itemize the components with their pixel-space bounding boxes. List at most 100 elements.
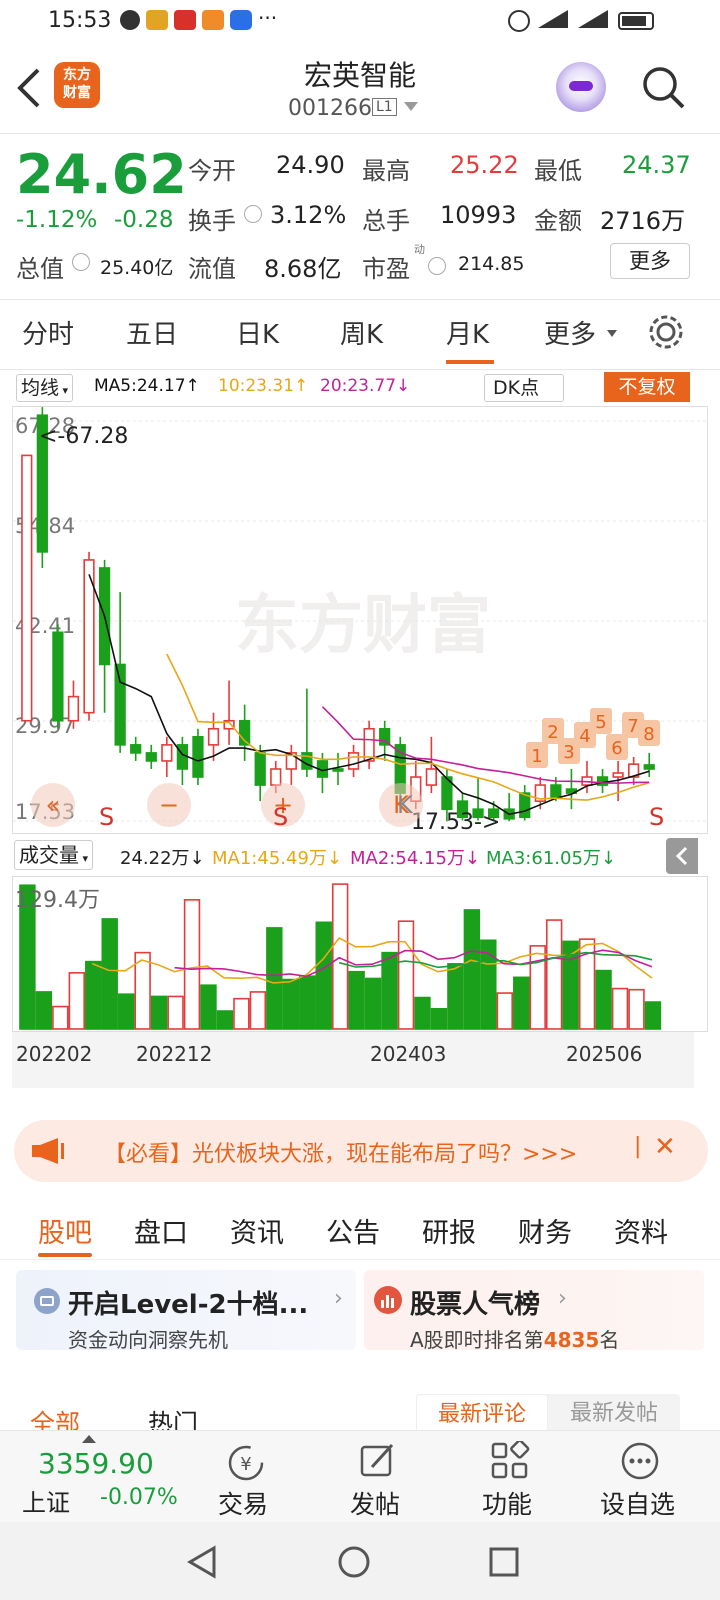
svg-text:¥: ¥ [240,1454,251,1475]
back-triangle-icon[interactable] [184,1544,220,1580]
tab-finance[interactable]: 财务 [518,1211,572,1250]
float-label: 流值 [188,255,236,283]
grid-icon[interactable] [490,1441,530,1481]
popularity-card[interactable]: 股票人气榜 › A股即时排名第4835名 [364,1270,704,1352]
level2-card[interactable]: 开启Level-2十档... › 资金动向洞察先机 [16,1270,356,1352]
x-tick: 202506 [566,1042,643,1066]
tab-monthly-k[interactable]: 月K [446,314,489,351]
close-icon[interactable]: ✕ [654,1132,676,1162]
high-label: 最高 [362,157,410,185]
volume-bar [68,972,86,1030]
volume-chart[interactable]: 129.4万 [12,876,708,1032]
stock-header: 东方 财富 宏英智能 001266 L1 [0,44,720,134]
candle-body [52,631,64,722]
stock-code: 001266 [288,96,372,121]
index-name[interactable]: 上证 [22,1483,70,1518]
tab-guba[interactable]: 股吧 [38,1211,92,1250]
x-tick: 202403 [370,1042,447,1066]
more-button[interactable]: 更多 [610,243,690,279]
pe-dynamic-sup: 动 [414,243,425,256]
tab-news[interactable]: 资讯 [230,1211,284,1250]
info-icon[interactable] [72,253,90,271]
volume-bar [529,945,546,1030]
index-value[interactable]: 3359.90 [38,1447,154,1480]
candle-body [21,454,33,722]
marker-number: 5 [595,712,606,733]
tab-profile[interactable]: 资料 [614,1211,668,1250]
collapse-button[interactable] [666,838,698,874]
mktcap-label: 总值 [16,255,64,283]
function-label[interactable]: 功能 [482,1485,532,1521]
candle-body [270,768,282,786]
signal-label: S [99,803,114,831]
tab-weekly-k[interactable]: 周K [340,314,383,351]
vol-ma1: MA1:45.49万↓ [212,848,342,869]
info-icon[interactable] [244,205,262,223]
kline-chart[interactable]: 东方财富 67.2854.8442.4129.9717.53<-67.2817.… [12,406,708,834]
video-icon [202,10,224,30]
dk-label: DK点 [493,377,540,399]
info-icon[interactable] [428,257,446,275]
candle-body [550,784,562,798]
tab-research[interactable]: 研报 [422,1211,476,1250]
section-tabs: 股吧 盘口 资讯 公告 研报 财务 资料 [0,1195,720,1260]
edit-icon[interactable] [358,1441,398,1481]
tab-daily-k[interactable]: 日K [236,314,279,351]
post-label[interactable]: 发帖 [350,1485,400,1521]
chevron-left-icon [675,846,688,866]
candle-body [425,768,437,786]
candle-body [332,768,344,772]
trade-label[interactable]: 交易 [218,1485,268,1521]
promo-banner[interactable]: 【必看】光伏板块大涨，现在能布局了吗？>>> | ✕ [14,1120,708,1182]
candle-body [145,752,157,762]
tab-announcement[interactable]: 公告 [326,1211,380,1250]
volume-bar [447,963,464,1030]
bulb-icon [230,10,252,30]
status-bar: 15:53 ··· [0,0,720,44]
recents-square-icon[interactable] [486,1544,522,1580]
sort-latest-comment[interactable]: 最新评论 [416,1394,548,1434]
volume-bar [397,920,415,1030]
candle-body [192,736,204,778]
volume-bar [545,919,563,1030]
volume-bar [183,899,201,1030]
volume-bar [52,1005,69,1030]
active-tab-underline [446,360,494,364]
candle-body [176,744,189,770]
dk-button[interactable]: DK点 [484,374,564,402]
min-price-label: 17.53-> [411,810,500,833]
indicator-selector[interactable]: 成交量 ▾ [14,840,94,870]
rank-prefix: A股即时排名第 [410,1328,544,1352]
level-badge: L1 [372,98,397,116]
index-change[interactable]: -0.07% [100,1485,178,1510]
chart-nav-icon: − [159,791,179,819]
adjust-button[interactable]: 不复权 [604,372,690,402]
chevron-down-icon[interactable] [404,102,418,111]
trade-icon[interactable]: ¥ [226,1443,266,1483]
candle-body [254,752,266,786]
turnover-value: 3.12% [270,201,347,229]
ma-selector[interactable]: 均线 ▾ [16,374,74,402]
signal-label: S [649,803,664,831]
sort-latest-post[interactable]: 最新发帖 [548,1394,680,1434]
volume-bar [216,1010,234,1030]
robot-avatar[interactable] [556,62,606,112]
volume-bar [628,988,645,1030]
tab-intraday[interactable]: 分时 [22,314,74,351]
tab-more[interactable]: 更多 [544,314,596,351]
search-icon[interactable] [640,64,686,110]
add-watchlist-label[interactable]: 设自选 [600,1485,675,1521]
sort-toggle: 最新评论 最新发帖 [416,1394,680,1434]
signal-icon [538,10,568,28]
home-circle-icon[interactable] [336,1544,372,1580]
promo-text[interactable]: 【必看】光伏板块大涨，现在能布局了吗？>>> [104,1136,577,1168]
volume-bar [249,991,267,1030]
gear-icon[interactable] [646,312,686,352]
tab-five-day[interactable]: 五日 [126,314,178,351]
turnover-label: 换手 [188,207,236,235]
tab-pankou[interactable]: 盘口 [134,1211,188,1250]
volume-bar [282,978,299,1030]
candle-body [347,752,360,770]
more-circle-icon[interactable] [620,1441,660,1481]
megaphone-icon [32,1138,64,1164]
